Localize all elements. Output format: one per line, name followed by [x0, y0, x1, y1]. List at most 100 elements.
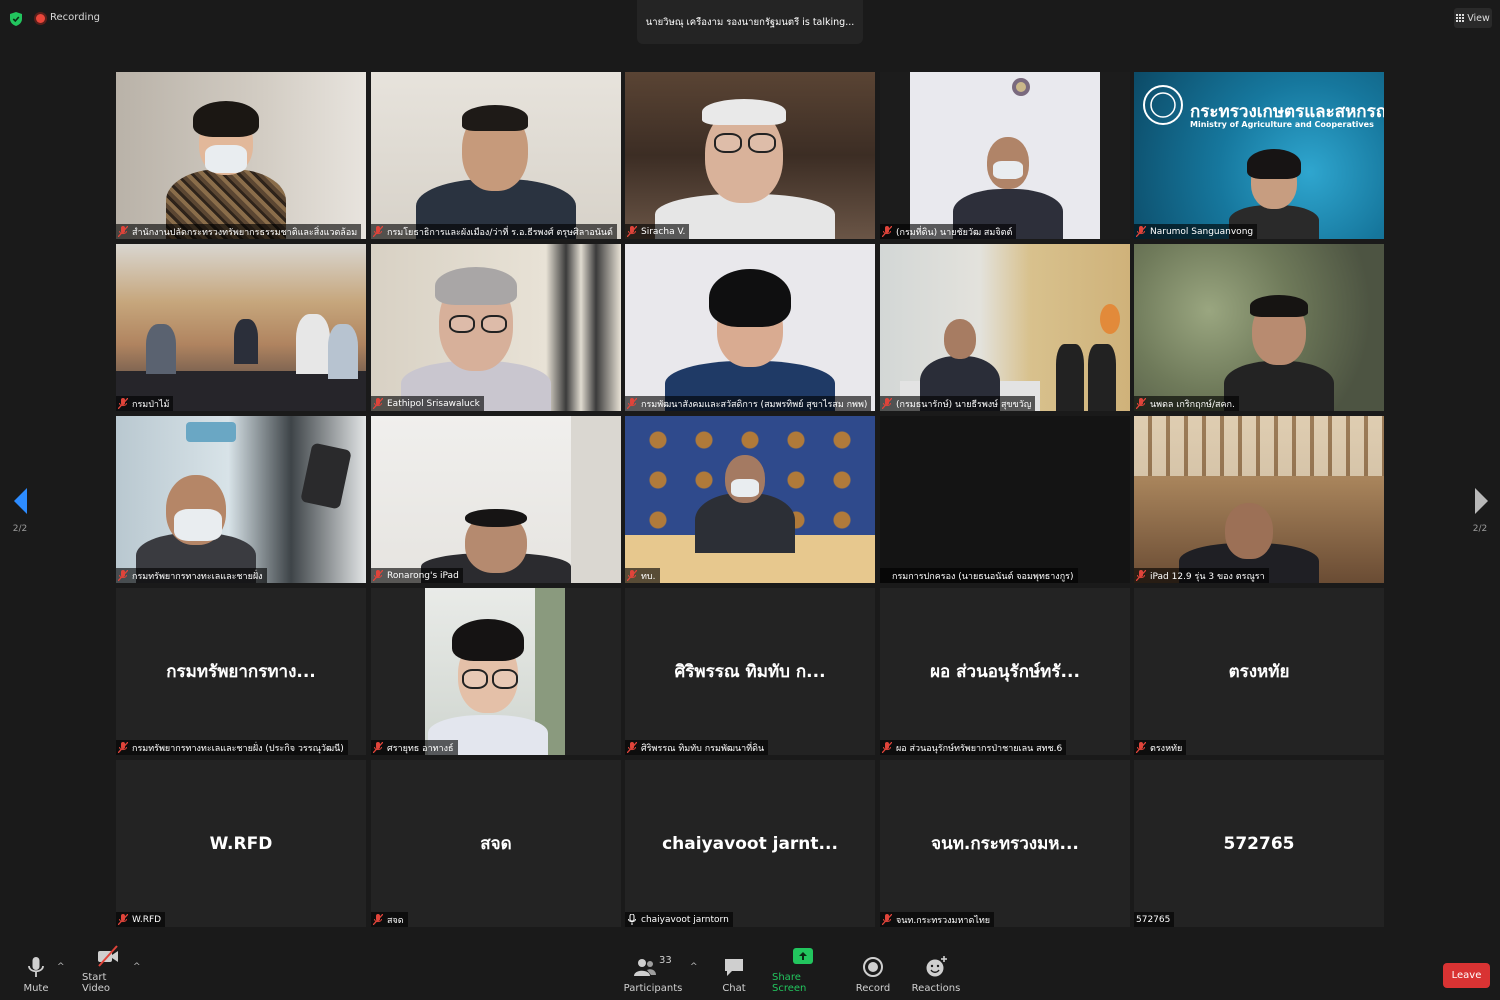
participant-name-tag: ผอ ส่วนอนุรักษ์ทรัพยากรป่าชายเลน สทช.6: [880, 740, 1067, 755]
leave-button[interactable]: Leave: [1443, 963, 1490, 988]
participant-name: ศรายุทธ อาทางธ์: [387, 743, 454, 754]
video-feed: [371, 244, 621, 411]
video-tile[interactable]: Ronarong's iPad: [371, 416, 621, 583]
next-page-button[interactable]: 2/2: [1460, 480, 1500, 550]
participants-options-caret-icon[interactable]: ^: [690, 962, 698, 972]
participant-name-tag: Eathipol Srisawaluck: [371, 396, 484, 411]
video-tile[interactable]: กรมทรัพยากรทาง... กรมทรัพยากรทางทะเลและช…: [116, 588, 366, 755]
video-tile[interactable]: กรมป่าไม้: [116, 244, 366, 411]
video-feed: [371, 416, 621, 583]
mic-on-icon: [628, 914, 636, 925]
video-tile[interactable]: สำนักงานปลัดกระทรวงทรัพยากรธรรมชาติและสิ…: [116, 72, 366, 239]
video-tile[interactable]: W.RFD W.RFD: [116, 760, 366, 927]
view-button[interactable]: View: [1454, 8, 1492, 28]
video-tile[interactable]: ทบ.: [625, 416, 875, 583]
participant-figure: [401, 261, 551, 411]
participant-figure: [952, 129, 1063, 239]
top-bar: Recording นายวิษณุ เครืองาม รองนายกรัฐมน…: [0, 0, 1500, 60]
participant-figure: [136, 463, 256, 583]
participant-name-tag: กรมทรัพยากรทางทะเลและชายฝั่ง (ประกิจ วรร…: [116, 740, 348, 755]
mic-muted-icon: [1136, 398, 1146, 409]
mic-muted-icon: [373, 914, 383, 925]
participant-name-tag: Siracha V.: [625, 224, 690, 239]
previous-page-button[interactable]: 2/2: [0, 480, 40, 550]
mic-muted-icon: [373, 226, 383, 237]
mic-muted-icon: [1136, 570, 1146, 581]
participant-figure: [1224, 291, 1334, 411]
participant-name: ผอ ส่วนอนุรักษ์ทรัพยากรป่าชายเลน สทช.6: [896, 743, 1063, 754]
video-tile[interactable]: ตรงหทัย ตรงหทัย: [1134, 588, 1384, 755]
video-tile[interactable]: Eathipol Srisawaluck: [371, 244, 621, 411]
start-video-button[interactable]: Start Video: [82, 944, 134, 1000]
video-tile[interactable]: (กรมที่ดิน) นายชัยวัฒ สมจิตต์: [880, 72, 1130, 239]
video-tile[interactable]: ศิริพรรณ ทิมทับ ก... ศิริพรรณ ทิมทับ กรม…: [625, 588, 875, 755]
video-tile[interactable]: ศรายุทธ อาทางธ์: [371, 588, 621, 755]
participant-name: กรมทรัพยากรทางทะเลและชายฝั่ง: [132, 571, 263, 582]
mute-options-caret-icon[interactable]: ^: [57, 962, 65, 972]
chevron-left-icon: [14, 488, 27, 514]
participants-button[interactable]: 33 Participants: [624, 944, 683, 1000]
video-tile[interactable]: กรมพัฒนาสังคมและสวัสดิการ (สมพรทิพย์ สุข…: [625, 244, 875, 411]
chat-button[interactable]: Chat: [718, 944, 750, 1000]
participant-figure: [665, 261, 835, 411]
meeting-toolbar: Mute ^ Start Video ^ 33 Participants ^ C…: [0, 944, 1500, 1000]
video-tile[interactable]: กรมโยธาธิการและผังเมือง/ว่าที่ ร.อ.ธีรพง…: [371, 72, 621, 239]
participant-name-tag: กรมทรัพยากรทางทะเลและชายฝั่ง: [116, 568, 267, 583]
video-feed: [880, 72, 1130, 239]
mic-muted-icon: [1136, 742, 1146, 753]
share-screen-label: Share Screen: [772, 972, 807, 994]
mic-muted-icon: [373, 742, 383, 753]
video-tile[interactable]: นพดล เกริกฤกษ์/สคก.: [1134, 244, 1384, 411]
mic-muted-icon: [118, 742, 128, 753]
participant-name: iPad 12.9 รุ่น 3 ของ ตรณูรา: [1150, 571, 1265, 582]
participant-name-tag: 572765: [1134, 912, 1175, 927]
video-tile[interactable]: จนท.กระทรวงมห... จนท.กระทรวงมหาดไทย: [880, 760, 1130, 927]
participant-name: กรมการปกครอง (นายธนอนันต์ จอมพุทธางกูร): [892, 571, 1074, 582]
mute-button[interactable]: Mute: [18, 944, 54, 1000]
video-feed: [1134, 244, 1384, 411]
participant-name-tag: ตรงหทัย: [1134, 740, 1187, 755]
participant-name-tag: กรมโยธาธิการและผังเมือง/ว่าที่ ร.อ.ธีรพง…: [371, 224, 617, 239]
participant-name: Eathipol Srisawaluck: [387, 398, 480, 409]
participant-display-name: ตรงหทัย: [1228, 662, 1290, 682]
government-emblem-icon: [1012, 78, 1030, 96]
video-feed: [880, 244, 1130, 411]
participant-name: 572765: [1136, 914, 1171, 925]
participant-name: ตรงหทัย: [1150, 743, 1183, 754]
participant-name-tag: chaiyavoot jarntorn: [625, 912, 733, 927]
participant-name-tag: iPad 12.9 รุ่น 3 ของ ตรณูรา: [1134, 568, 1269, 583]
chat-label: Chat: [722, 983, 746, 994]
participant-name: กรมโยธาธิการและผังเมือง/ว่าที่ ร.อ.ธีรพง…: [387, 227, 613, 238]
participant-display-name: 572765: [1223, 833, 1295, 854]
video-tile[interactable]: chaiyavoot jarnt... chaiyavoot jarntorn: [625, 760, 875, 927]
video-tile[interactable]: iPad 12.9 รุ่น 3 ของ ตรณูรา: [1134, 416, 1384, 583]
share-screen-button[interactable]: Share Screen: [772, 944, 834, 1000]
participant-figure: [695, 433, 795, 553]
video-feed: [625, 244, 875, 411]
video-tile[interactable]: ผอ ส่วนอนุรักษ์ทรั... ผอ ส่วนอนุรักษ์ทรั…: [880, 588, 1130, 755]
participant-display-name: จนท.กระทรวงมห...: [931, 834, 1079, 854]
reactions-label: Reactions: [911, 983, 961, 994]
shield-check-icon[interactable]: [10, 12, 22, 26]
video-tile[interactable]: กระทรวงเกษตรและสหกรณ์ Ministry of Agricu…: [1134, 72, 1384, 239]
video-tile[interactable]: (กรมธนารักษ์) นายธีรพงษ์ สุขขวัญ: [880, 244, 1130, 411]
video-options-caret-icon[interactable]: ^: [133, 962, 141, 972]
active-speaker-text: นายวิษณุ เครืองาม รองนายกรัฐมนตรี is tal…: [645, 16, 855, 28]
chat-icon: [725, 959, 743, 976]
video-tile[interactable]: 572765 572765: [1134, 760, 1384, 927]
microphone-icon: [28, 957, 44, 977]
participants-count: 33: [659, 955, 672, 966]
mic-muted-icon: [118, 570, 128, 581]
mic-muted-icon: [373, 570, 383, 581]
record-button[interactable]: Record: [856, 944, 890, 1000]
video-tile[interactable]: Siracha V.: [625, 72, 875, 239]
video-tile[interactable]: สจด สจด: [371, 760, 621, 927]
participant-name-tag: นพดล เกริกฤกษ์/สคก.: [1134, 396, 1239, 411]
page-indicator-right: 2/2: [1472, 524, 1488, 534]
mic-muted-icon: [882, 226, 892, 237]
video-tile[interactable]: กรมทรัพยากรทางทะเลและชายฝั่ง: [116, 416, 366, 583]
reactions-button[interactable]: Reactions: [910, 944, 962, 1000]
page-indicator-left: 2/2: [12, 524, 28, 534]
mic-muted-icon: [882, 742, 892, 753]
video-tile[interactable]: กรมการปกครอง (นายธนอนันต์ จอมพุทธางกูร): [880, 416, 1130, 583]
